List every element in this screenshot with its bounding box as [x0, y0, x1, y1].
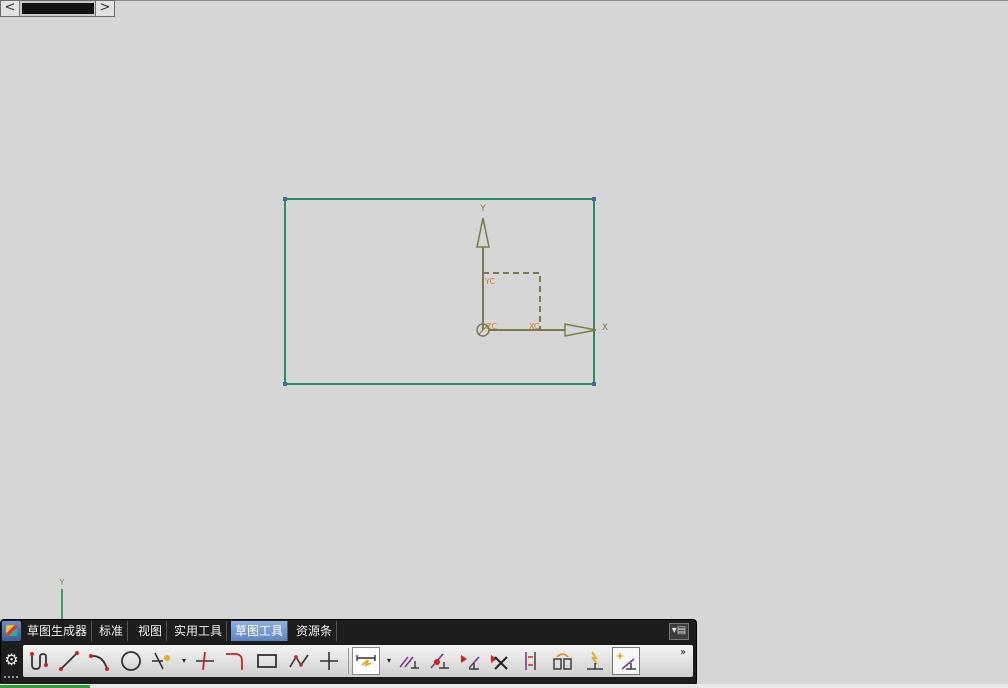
- line-icon[interactable]: [55, 647, 83, 675]
- status-bar: [0, 684, 1008, 688]
- alternate-solution-icon[interactable]: [549, 647, 577, 675]
- auto-dimension-icon[interactable]: [352, 647, 380, 675]
- toolbar-grip[interactable]: [4, 676, 18, 682]
- gear-icon[interactable]: ⚙: [2, 646, 21, 674]
- parallel-constraint-icon[interactable]: [395, 647, 423, 675]
- frame-corner-handle[interactable]: [592, 382, 596, 386]
- frame-corner-handle[interactable]: [592, 197, 596, 201]
- sketch-frame[interactable]: [284, 198, 595, 385]
- yc-label: YC: [484, 277, 495, 286]
- frame-corner-handle[interactable]: [283, 382, 287, 386]
- horizontal-scrollbar[interactable]: < >: [0, 0, 115, 17]
- rectangle-icon[interactable]: [253, 647, 281, 675]
- tab-standard[interactable]: 标准: [95, 621, 129, 641]
- chevron-down-icon[interactable]: ▾: [385, 655, 393, 667]
- fillet-icon[interactable]: [221, 647, 249, 675]
- quick-trim-icon[interactable]: [191, 647, 219, 675]
- xc-label: XC: [529, 322, 540, 331]
- tab-utilities[interactable]: 实用工具: [170, 621, 228, 641]
- tab-sketch-tools[interactable]: 草图工具: [231, 621, 289, 641]
- chevron-down-icon[interactable]: ▾: [180, 655, 188, 667]
- scroll-right-button[interactable]: >: [95, 1, 114, 16]
- inferred-constraints-icon[interactable]: [612, 647, 640, 675]
- x-axis-label: X: [602, 323, 608, 333]
- app-menu-button[interactable]: [2, 621, 21, 641]
- sketch-canvas[interactable]: Y X YC XC ZC Y: [0, 0, 1008, 688]
- arc-icon[interactable]: [85, 647, 113, 675]
- toolbar-overflow-button[interactable]: »: [677, 647, 689, 675]
- studio-spline-icon[interactable]: [285, 647, 313, 675]
- scroll-thumb[interactable]: [22, 3, 94, 14]
- point-icon[interactable]: [315, 647, 343, 675]
- profile-icon[interactable]: [25, 647, 53, 675]
- point-on-curve-icon[interactable]: [455, 647, 483, 675]
- scroll-left-button[interactable]: <: [1, 1, 20, 16]
- sketch-tools-row: ▾ ▾ »: [23, 645, 693, 677]
- wcs-y-label: Y: [59, 578, 65, 587]
- derived-line-icon[interactable]: [147, 647, 175, 675]
- toolbar-options-button[interactable]: ▾▤: [669, 623, 689, 640]
- convert-reference-icon[interactable]: [581, 647, 609, 675]
- dimension-vertical-icon[interactable]: [517, 647, 545, 675]
- tab-view[interactable]: 视图: [134, 621, 168, 641]
- delete-constraint-icon[interactable]: [485, 647, 513, 675]
- circle-icon[interactable]: [117, 647, 145, 675]
- toolbar-tab-row: 草图生成器 标准 视图 实用工具 草图工具 资源条 ▾▤: [1, 620, 696, 643]
- ribbon-toolbar: 草图生成器 标准 视图 实用工具 草图工具 资源条 ▾▤ ⚙ ▾ ▾ »: [0, 619, 697, 686]
- perpendicular-constraint-icon[interactable]: [425, 647, 453, 675]
- frame-corner-handle[interactable]: [283, 197, 287, 201]
- y-axis-label: Y: [479, 204, 486, 214]
- toolbar-separator: [348, 648, 349, 674]
- tab-resource-bar[interactable]: 资源条: [292, 621, 338, 641]
- tab-sketch-generator[interactable]: 草图生成器: [23, 621, 93, 641]
